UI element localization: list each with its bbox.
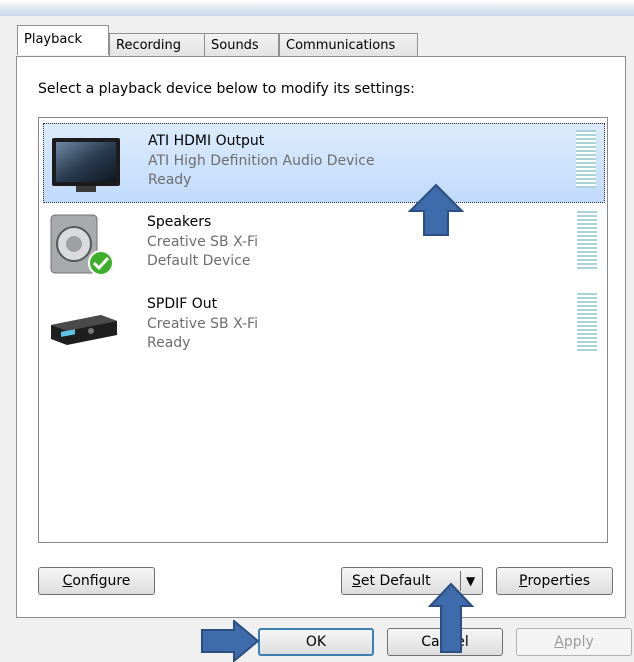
default-check-icon	[88, 250, 114, 276]
tab-communications[interactable]: Communications	[279, 33, 418, 56]
device-name: SPDIF Out	[147, 296, 218, 312]
device-name: ATI HDMI Output	[148, 133, 265, 149]
volume-meter	[577, 211, 597, 269]
monitor-icon	[52, 138, 120, 192]
volume-meter	[576, 130, 596, 188]
device-item-speakers[interactable]: Speakers Creative SB X-Fi Default Device	[43, 205, 605, 285]
annotation-right-arrow-icon	[201, 620, 260, 662]
device-list[interactable]: ATI HDMI Output ATI High Definition Audi…	[38, 117, 608, 543]
speaker-icon	[50, 214, 114, 276]
properties-button[interactable]: Properties	[496, 567, 613, 595]
annotation-up-arrow-icon	[428, 582, 474, 653]
device-item-spdif[interactable]: SPDIF Out Creative SB X-Fi Ready	[43, 287, 605, 367]
device-status: Default Device	[147, 253, 251, 269]
instruction-text: Select a playback device below to modify…	[38, 81, 415, 97]
tab-playback[interactable]: Playback	[17, 25, 109, 55]
device-status: Ready	[147, 335, 191, 351]
configure-button[interactable]: Configure	[38, 567, 155, 595]
device-name: Speakers	[147, 214, 212, 230]
receiver-icon	[51, 315, 117, 345]
device-description: Creative SB X-Fi	[147, 234, 258, 250]
tab-recording[interactable]: Recording	[109, 33, 205, 56]
device-item-ati-hdmi[interactable]: ATI HDMI Output ATI High Definition Audi…	[43, 123, 605, 203]
window-top-bar	[0, 0, 634, 16]
device-description: Creative SB X-Fi	[147, 316, 258, 332]
device-description: ATI High Definition Audio Device	[148, 153, 375, 169]
volume-meter	[577, 293, 597, 351]
device-status: Ready	[148, 172, 192, 188]
ok-button[interactable]: OK	[258, 628, 374, 656]
annotation-up-arrow-icon	[408, 183, 464, 236]
tab-sounds[interactable]: Sounds	[204, 33, 279, 56]
apply-button[interactable]: Apply	[516, 628, 632, 656]
